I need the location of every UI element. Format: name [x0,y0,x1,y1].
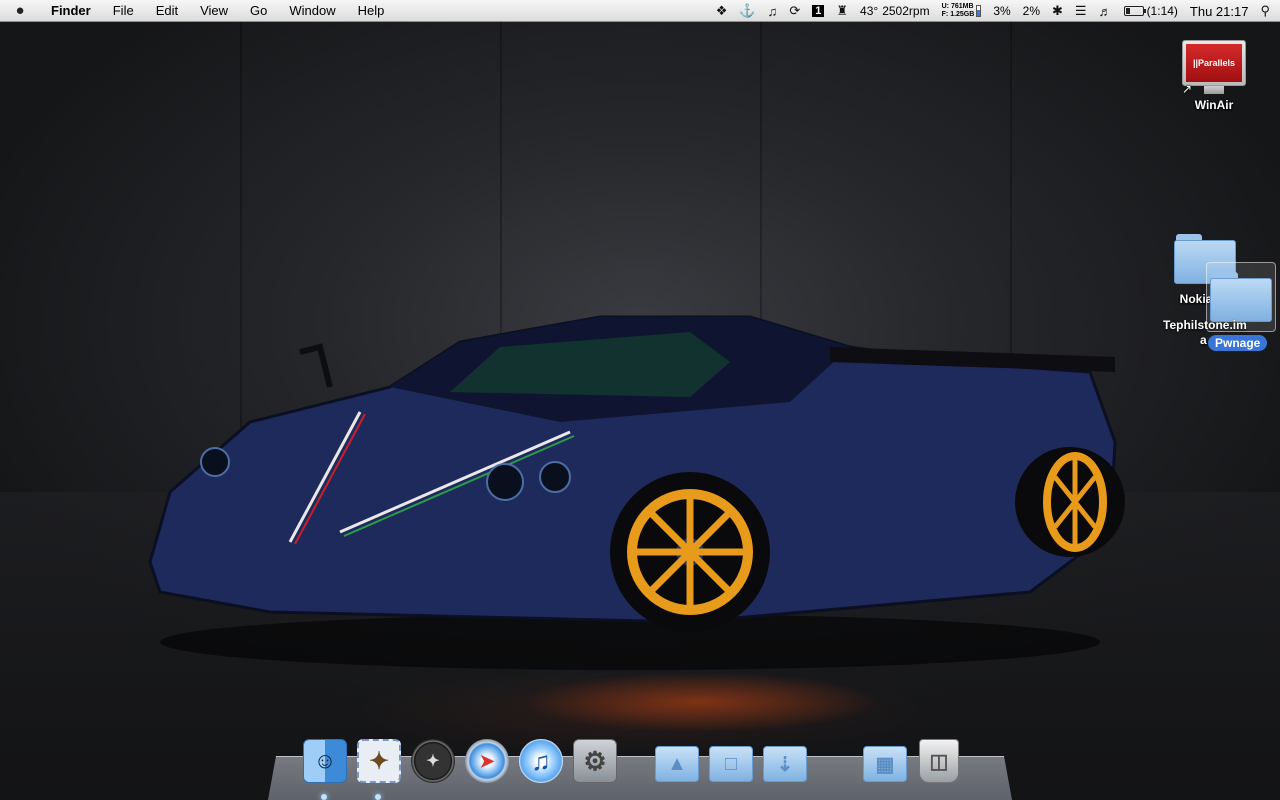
dock-item-finder[interactable]: ☺ [300,736,350,800]
dashboard-icon: ✦ [411,739,455,783]
dock-item-system-preferences[interactable]: ⚙ [570,736,620,786]
dock-item-mail[interactable]: ✦ [354,736,404,800]
mem-used-value: 761MB [950,3,974,10]
folder-icon [1210,272,1272,322]
mail-icon: ✦ [357,739,401,783]
itunes-icon: ♫ [519,739,563,783]
parallels-monitor-icon: ||Parallels [1182,40,1246,86]
running-indicator [321,794,327,800]
applications-folder-icon: ▲ [655,746,699,782]
menu-extras: ❖ ⚓ ♫ ⟳ 1 ♜ 43° 2502rpm U: 761MB F: 1.25GB… [710,0,1280,22]
menu-file[interactable]: File [102,0,145,22]
dock: ☺ ✦ ✦ ➤ ♫ ⚙ ▲ □ ⇣ ▦ ◫ [300,730,968,800]
windows-folder-icon: ▦ [863,746,907,782]
mem-free-value: 1.25GB [950,11,975,18]
growl-icon[interactable]: ♫ [762,0,784,22]
safari-icon: ➤ [465,739,509,783]
dock-item-dashboard[interactable]: ✦ [408,736,458,786]
menu-window[interactable]: Window [278,0,346,22]
apple-icon[interactable]: ● [0,0,40,22]
disk-usage-bar [976,5,982,17]
dropbox-icon[interactable]: ❖ [710,0,734,22]
wallpaper-floor-glow [520,672,880,732]
volume-icon[interactable]: ♬ [1093,0,1118,22]
usb-icon[interactable]: ⚓ [733,0,761,22]
cpu1-status[interactable]: 3% [987,0,1016,22]
desktop-wallpaper [0,22,1280,800]
desktop-icon-label: WinAir [1194,98,1234,112]
battery-status[interactable]: (1:14) [1118,0,1184,22]
menu-edit[interactable]: Edit [145,0,189,22]
battery-fill [1125,8,1130,14]
menu-bar: ● Finder File Edit View Go Window Help ❖… [0,0,1280,22]
desktop-icon-pwnage[interactable] [1210,272,1272,322]
dock-item-itunes[interactable]: ♫ [516,736,566,786]
desktop-label-fragment: a [1200,333,1207,347]
disk-usage-fill [977,10,981,16]
dock-item-trash[interactable]: ◫ [914,736,964,786]
trash-icon: ◫ [919,739,959,783]
wallpaper-car-image [148,315,1125,670]
menu-finder[interactable]: Finder [40,0,102,22]
menu-view[interactable]: View [189,0,239,22]
desktop-icon-label-selected: Pwnage [1208,335,1268,351]
menu-clock[interactable]: Thu 21:17 [1184,0,1255,22]
cpu2-status[interactable]: 2% [1017,0,1046,22]
downloads-folder-icon: ⇣ [763,746,807,782]
alias-arrow-icon: ↗ [1182,82,1193,96]
running-indicator [375,794,381,800]
wifi-icon[interactable]: ☰ [1069,0,1093,22]
parallels-logo: ||Parallels [1186,44,1242,82]
mem-free-label: F: [941,11,949,18]
documents-folder-icon: □ [709,746,753,782]
spaces-number: 1 [812,5,825,17]
battery-icon [1123,6,1146,16]
desktop-label-tephilstone: Tephilstone.im [1163,318,1247,332]
dock-item-safari[interactable]: ➤ [462,736,512,786]
desktop-icon-winair[interactable]: ||Parallels ↗ WinAir [1182,40,1246,112]
dock-item-documents[interactable]: □ [706,736,756,786]
bluetooth-icon[interactable]: ✱ [1046,0,1069,22]
time-machine-icon[interactable]: ⟳ [783,0,806,22]
dock-item-windows[interactable]: ▦ [860,736,910,786]
castle-icon[interactable]: ♜ [830,0,854,22]
menu-help[interactable]: Help [347,0,396,22]
temperature-value: 43° [860,4,879,18]
battery-time: (1:14) [1146,4,1178,18]
finder-icon: ☺ [303,739,347,783]
dock-item-applications[interactable]: ▲ [652,736,702,786]
dock-item-downloads[interactable]: ⇣ [760,736,810,786]
memory-status[interactable]: U: 761MB F: 1.25GB [936,0,988,22]
menu-go[interactable]: Go [239,0,278,22]
fan-speed-value: 2502rpm [882,4,930,18]
spaces-indicator[interactable]: 1 [806,0,830,22]
spotlight-search-icon[interactable]: ⚲ [1254,0,1280,22]
temperature-fan-status[interactable]: 43° 2502rpm [854,0,936,22]
gear-icon: ⚙ [573,739,617,783]
mem-used-label: U: [941,3,949,10]
monitor-stand [1204,86,1224,94]
